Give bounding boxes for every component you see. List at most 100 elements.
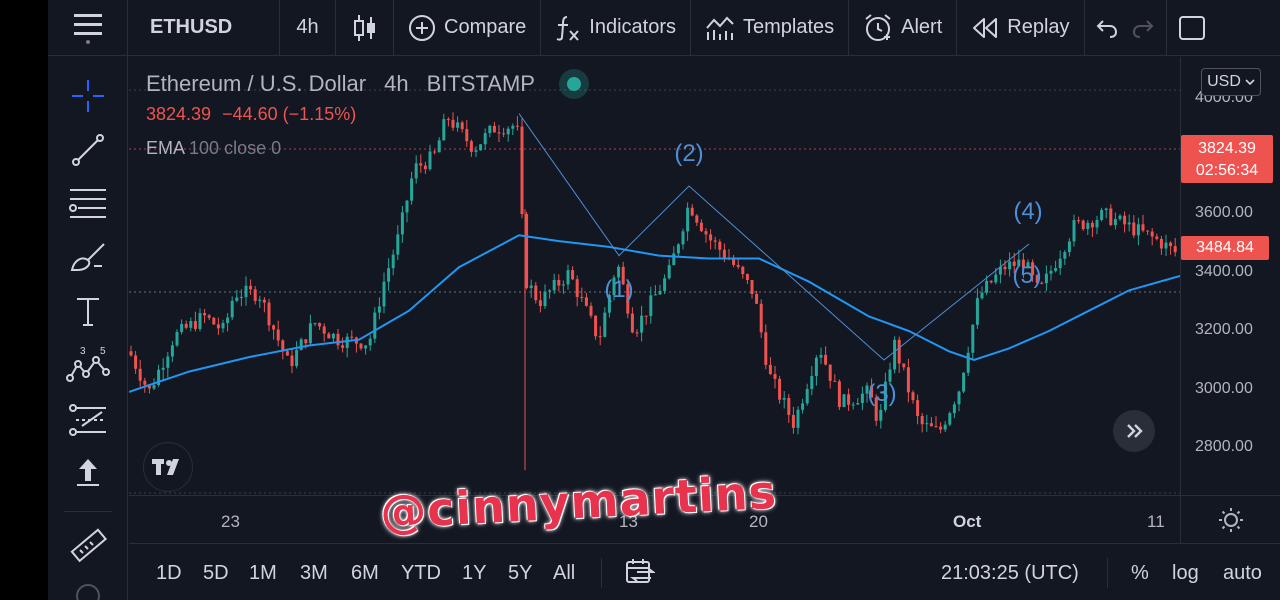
candle-body <box>322 326 326 334</box>
templates-button[interactable]: Templates <box>691 0 850 56</box>
candle-body <box>1081 220 1085 230</box>
currency-button[interactable]: USD <box>1201 68 1261 96</box>
candle-body <box>920 416 924 425</box>
candle-body <box>391 254 395 269</box>
candle-body <box>1077 220 1081 222</box>
go-to-date-button[interactable] <box>625 558 656 591</box>
scroll-to-realtime-button[interactable] <box>1113 410 1155 452</box>
menu-button[interactable] <box>48 0 128 56</box>
candle-body <box>410 178 414 201</box>
candle-body <box>290 355 294 367</box>
tool-arrow[interactable] <box>48 444 128 500</box>
svg-text:3: 3 <box>80 346 86 357</box>
tool-prediction[interactable] <box>48 392 128 448</box>
candle-body <box>253 289 257 301</box>
candle-body <box>226 317 230 324</box>
candle-body <box>373 312 377 339</box>
range-all[interactable]: All <box>553 562 575 585</box>
range-ytd[interactable]: YTD <box>401 562 441 585</box>
range-1m[interactable]: 1M <box>249 562 277 585</box>
chart-type-button[interactable] <box>336 0 394 56</box>
percent-toggle[interactable]: % <box>1131 562 1149 585</box>
time-label: 23 <box>221 512 240 531</box>
range-5y[interactable]: 5Y <box>508 562 532 585</box>
candle-body <box>847 394 851 405</box>
last-price-tag: 3824.39 02:56:34 <box>1181 135 1273 183</box>
utc-clock[interactable]: 21:03:25 (UTC) <box>941 562 1079 585</box>
candle-body <box>216 324 220 329</box>
zoom-icon <box>76 584 100 600</box>
tool-trend-line[interactable] <box>48 122 128 178</box>
candle-body <box>212 317 216 325</box>
candle-body <box>1067 241 1071 253</box>
compare-button[interactable]: Compare <box>394 0 542 56</box>
arrow-up-icon <box>77 459 99 486</box>
candle-body <box>860 393 864 404</box>
alert-button[interactable]: Alert <box>849 0 958 56</box>
tool-text[interactable] <box>48 284 128 340</box>
candle-body <box>382 281 386 307</box>
candle-body <box>166 356 170 368</box>
candle-body <box>134 355 138 369</box>
tool-brush[interactable] <box>48 230 128 286</box>
candle-body <box>405 200 409 213</box>
candle-body <box>262 299 266 303</box>
tool-crosshair[interactable] <box>48 68 128 124</box>
legend-price-line: 3824.39 −44.60 (−1.15%) <box>146 104 589 128</box>
symbol-search-button[interactable]: ETHUSD <box>128 0 280 56</box>
tool-patterns[interactable]: 3 5 <box>48 336 128 392</box>
alert-label: Alert <box>901 16 943 38</box>
ema-legend[interactable]: EMA 100 close 0 <box>146 138 589 162</box>
range-6m[interactable]: 6M <box>351 562 379 585</box>
candle-body <box>1136 224 1140 236</box>
candle-body <box>690 207 694 216</box>
tool-measure[interactable] <box>48 518 128 574</box>
price-label: 3600.00 <box>1195 204 1253 221</box>
candle-body <box>805 388 809 404</box>
candle-body <box>414 163 418 179</box>
candle-body <box>423 165 427 170</box>
candle-body <box>773 374 777 379</box>
candle-body <box>681 231 685 245</box>
price-axis[interactable]: 4000.00 3600.00 3400.00 3200.00 3000.00 … <box>1180 57 1280 495</box>
indicators-button[interactable]: Indicators <box>541 0 691 56</box>
range-5d[interactable]: 5D <box>203 562 229 585</box>
time-label: Oct <box>953 512 982 531</box>
device-bezel <box>0 0 48 600</box>
candle-body <box>1090 222 1094 228</box>
undo-icon[interactable] <box>1095 17 1119 39</box>
range-1d[interactable]: 1D <box>156 562 182 585</box>
tradingview-logo[interactable] <box>143 442 193 492</box>
divider <box>1107 558 1108 588</box>
brush-icon <box>70 243 105 271</box>
market-status-icon[interactable] <box>558 69 589 99</box>
auto-toggle[interactable]: auto <box>1223 562 1262 585</box>
replay-button[interactable]: Replay <box>957 0 1085 56</box>
candle-body <box>750 280 754 294</box>
tool-zoom[interactable] <box>48 576 128 600</box>
candle-body <box>543 291 547 307</box>
candle-body <box>906 367 910 393</box>
candle-body <box>170 345 174 357</box>
range-1y[interactable]: 1Y <box>462 562 486 585</box>
chart-settings-button[interactable] <box>1180 495 1280 543</box>
candle-body <box>764 332 768 365</box>
ema-value-tag: 3484.84 <box>1181 236 1269 260</box>
candle-body <box>962 372 966 392</box>
fullscreen-button[interactable] <box>1167 0 1217 56</box>
range-3m[interactable]: 3M <box>300 562 328 585</box>
candle-body <box>221 323 225 329</box>
candle-body <box>640 315 644 333</box>
tool-fib[interactable] <box>48 176 128 232</box>
candle-body <box>419 163 423 166</box>
redo-icon[interactable] <box>1131 17 1155 39</box>
candle-body <box>695 215 699 223</box>
candle-body <box>258 299 262 301</box>
log-toggle[interactable]: log <box>1172 562 1199 585</box>
drawing-toolbar: 3 5 <box>48 56 128 600</box>
candle-body <box>1155 236 1159 239</box>
candle-body <box>143 380 147 385</box>
candle-body <box>1123 215 1127 225</box>
candle-body <box>368 338 372 346</box>
interval-button[interactable]: 4h <box>280 0 336 56</box>
